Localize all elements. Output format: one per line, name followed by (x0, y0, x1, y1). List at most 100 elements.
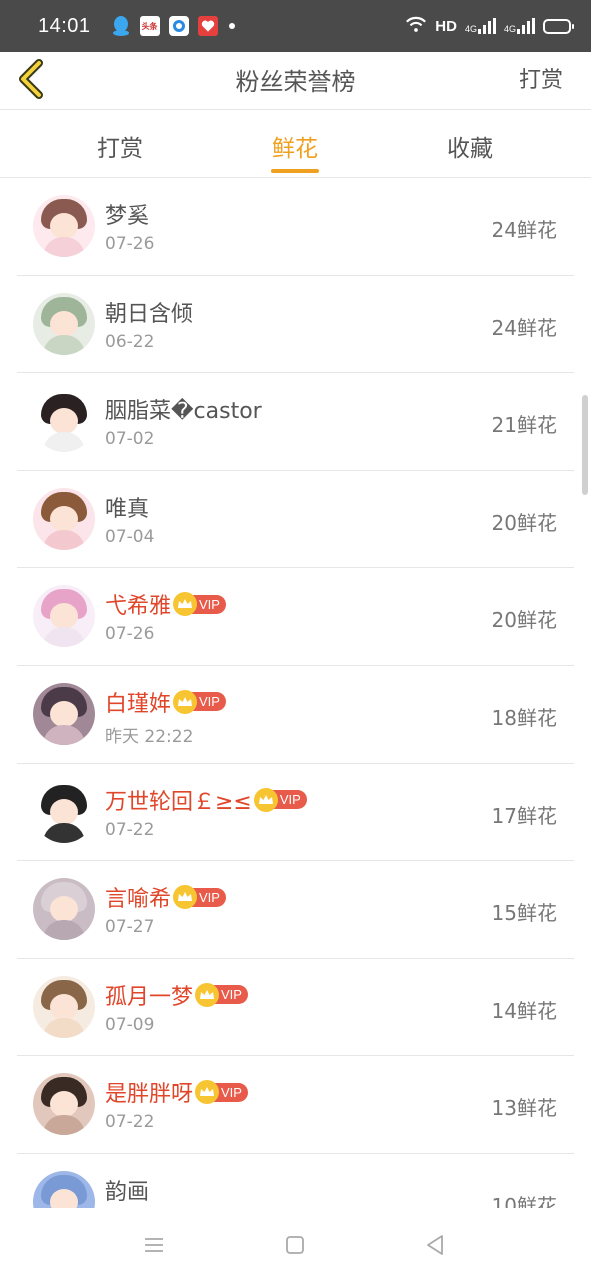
wifi-icon (405, 16, 427, 37)
toutiao-icon: 头条 (139, 16, 160, 36)
flower-count: 20鲜花 (491, 510, 557, 535)
tab-favorites[interactable]: 收藏 (447, 129, 493, 163)
avatar[interactable] (33, 292, 95, 355)
user-name[interactable]: 白瑾姩 VIP (105, 686, 226, 718)
flower-count: 24鲜花 (491, 218, 557, 242)
list-item[interactable]: 胭脂菜�castor 07-02 21鲜花 (17, 373, 574, 471)
avatar[interactable] (33, 780, 95, 843)
back-triangle-icon (427, 1235, 443, 1255)
list-item[interactable]: 言喻希 VIP 07-27 15鲜花 (17, 861, 574, 959)
date-label: 07-26 (105, 234, 155, 254)
vip-badge: VIP (195, 982, 248, 1007)
reward-button[interactable]: 打赏 (519, 62, 563, 94)
avatar[interactable] (33, 975, 95, 1038)
user-name-text: 朝日含倾 (105, 301, 194, 327)
user-name[interactable]: 弋希雅 VIP (105, 588, 226, 620)
crown-icon (195, 982, 220, 1007)
notification-dot-icon (228, 23, 235, 29)
fan-list: 梦奚 07-26 24鲜花 朝日含倾 06-22 24鲜花 胭脂菜�castor 07-02 2… (0, 178, 591, 1252)
user-name-text: 言喻希 (105, 887, 172, 913)
flower-count: 18鲜花 (491, 705, 557, 730)
page-title: 粉丝荣誉榜 (235, 68, 356, 96)
list-item[interactable]: 是胖胖呀 VIP 07-22 13鲜花 (17, 1056, 574, 1154)
date-label: 07-02 (105, 429, 155, 450)
user-name-text: 白瑾姩 (105, 691, 172, 717)
user-name[interactable]: 韵画 (105, 1174, 149, 1206)
qq-icon (111, 16, 131, 36)
avatar[interactable] (33, 585, 95, 648)
tab-reward[interactable]: 打赏 (97, 129, 143, 163)
date-label: 07-26 (105, 624, 155, 645)
flower-count: 21鲜花 (491, 413, 557, 438)
date-label: 07-09 (105, 1014, 155, 1035)
date-label: 06-22 (105, 331, 155, 352)
list-item[interactable]: 孤月一梦 VIP 07-09 14鲜花 (17, 959, 574, 1057)
user-name-text: 唯真 (105, 496, 150, 522)
user-name[interactable]: 胭脂菜�castor (105, 393, 262, 425)
flower-count: 17鲜花 (491, 803, 557, 828)
vip-badge: VIP (173, 885, 226, 910)
battery-icon (543, 18, 574, 34)
home-square-icon (286, 1236, 304, 1254)
crown-icon (173, 885, 198, 910)
user-name-text: 胭脂菜�castor (105, 399, 262, 425)
vip-badge: VIP (253, 787, 307, 812)
flower-count: 15鲜花 (491, 901, 557, 926)
flower-count: 20鲜花 (491, 608, 557, 633)
home-button[interactable] (282, 1232, 308, 1258)
list-item[interactable]: 朝日含倾 06-22 24鲜花 (17, 276, 574, 374)
browser-icon (168, 16, 189, 36)
crown-icon (173, 689, 198, 714)
menu-button[interactable] (141, 1232, 167, 1258)
user-name[interactable]: 是胖胖呀 VIP (105, 1076, 248, 1108)
signal-1-icon: 4G (465, 18, 496, 34)
date-label: 07-22 (105, 1112, 155, 1133)
user-name[interactable]: 万世轮回￡≥≤ VIP (105, 784, 307, 816)
list-item[interactable]: 万世轮回￡≥≤ VIP 07-22 17鲜花 (17, 764, 574, 862)
avatar[interactable] (33, 682, 95, 745)
flower-count: 14鲜花 (491, 998, 557, 1023)
system-nav-bar (0, 1208, 591, 1280)
user-name[interactable]: 孤月一梦 VIP (105, 979, 248, 1011)
avatar[interactable] (33, 878, 95, 941)
user-name-text: 万世轮回￡≥≤ (105, 789, 252, 815)
status-time: 14:01 (38, 14, 91, 37)
list-item[interactable]: 弋希雅 VIP 07-26 20鲜花 (17, 568, 574, 666)
flower-count: 13鲜花 (491, 1096, 557, 1121)
vip-badge: VIP (195, 1080, 248, 1105)
user-name[interactable]: 言喻希 VIP (105, 881, 226, 913)
avatar[interactable] (33, 487, 95, 550)
back-nav-button[interactable] (422, 1232, 448, 1258)
tab-bar: 打赏 鲜花 收藏 (0, 111, 591, 178)
user-name[interactable]: 唯真 (105, 491, 149, 523)
list-item[interactable]: 梦奚 07-26 24鲜花 (17, 178, 574, 276)
signal-2-icon: 4G (504, 18, 535, 34)
user-name-text: 韵画 (105, 1179, 150, 1205)
menu-icon (145, 1238, 163, 1252)
avatar[interactable] (33, 1073, 95, 1136)
date-label: 昨天 22:22 (105, 726, 194, 747)
tab-flowers[interactable]: 鲜花 (272, 129, 318, 163)
heart-app-icon (197, 16, 218, 36)
user-name[interactable]: 梦奚 (105, 198, 149, 230)
date-label: 07-27 (105, 917, 155, 938)
user-name-text: 梦奚 (105, 204, 150, 229)
vip-badge: VIP (173, 592, 226, 617)
user-name-text: 孤月一梦 (105, 984, 194, 1010)
vip-badge: VIP (173, 689, 226, 714)
scrollbar[interactable] (582, 395, 588, 495)
list-item[interactable]: 唯真 07-04 20鲜花 (17, 471, 574, 569)
header: 粉丝荣誉榜 打赏 (0, 52, 591, 110)
user-name-text: 是胖胖呀 (105, 1082, 194, 1108)
date-label: 07-22 (105, 819, 155, 840)
avatar[interactable] (33, 390, 95, 453)
flower-count: 24鲜花 (491, 315, 557, 340)
date-label: 07-04 (105, 526, 155, 547)
list-item[interactable]: 白瑾姩 VIP 昨天 22:22 18鲜花 (17, 666, 574, 764)
user-name[interactable]: 朝日含倾 (105, 296, 193, 328)
hd-label: HD (435, 17, 457, 35)
avatar[interactable] (33, 195, 95, 257)
user-name-text: 弋希雅 (105, 594, 172, 620)
crown-icon (253, 787, 278, 812)
status-bar: 14:01 头条 HD 4G 4G (0, 0, 591, 52)
